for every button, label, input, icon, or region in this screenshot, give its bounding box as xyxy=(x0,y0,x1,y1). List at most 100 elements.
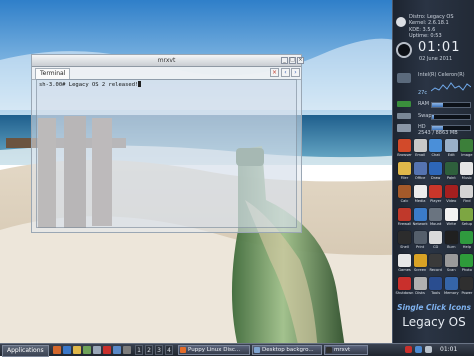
app-launcher-firewall[interactable]: Firewall xyxy=(396,208,413,230)
app-launcher-scan[interactable]: Scan xyxy=(443,254,460,276)
app-launcher-print[interactable]: Print xyxy=(412,231,429,253)
shell-icon xyxy=(398,231,411,244)
app-launcher-network[interactable]: Network xyxy=(412,208,429,230)
app-launcher-find[interactable]: Find xyxy=(458,185,474,207)
app-launcher-video[interactable]: Video xyxy=(443,185,460,207)
task-desktop-background[interactable]: Desktop backgro... xyxy=(252,345,322,355)
uptime-text: Uptime: 0:53 xyxy=(409,32,442,39)
app-launcher-browser[interactable]: Browser xyxy=(396,139,413,161)
swap-bar-fill xyxy=(432,115,434,119)
burn-icon xyxy=(444,231,458,244)
app-launcher-screen[interactable]: Screen xyxy=(412,254,429,276)
browser-icon xyxy=(180,347,186,353)
app-launcher-player[interactable]: Player xyxy=(427,185,444,207)
video-icon xyxy=(444,185,458,198)
editor-launcher-icon[interactable] xyxy=(83,346,91,354)
workspace-2[interactable]: 2 xyxy=(145,345,153,355)
app-launcher-office[interactable]: Office xyxy=(412,162,429,184)
app-launcher-record[interactable]: Record xyxy=(427,254,444,276)
memory-usage-text: 2543 / 8863 MB xyxy=(418,130,458,136)
terminal-launcher-icon[interactable] xyxy=(63,346,71,354)
app-launcher-help[interactable]: Help xyxy=(458,231,474,253)
draw-icon xyxy=(429,162,443,175)
window-titlebar[interactable]: mrxvt _ □ × xyxy=(32,55,304,67)
app-launcher-tools[interactable]: Tools xyxy=(427,277,444,299)
workspace-4[interactable]: 4 xyxy=(165,345,173,355)
volume-tray-icon[interactable] xyxy=(425,346,432,353)
terminal-output[interactable]: sh-3.00# Legacy OS 2 released! xyxy=(36,79,297,228)
network-tray-icon[interactable] xyxy=(415,346,422,353)
app-launcher-memory[interactable]: Memory xyxy=(443,277,460,299)
record-icon xyxy=(429,254,443,267)
kernel-text: Kernel: 2.6.18.1 xyxy=(409,20,449,27)
print-icon xyxy=(413,231,427,244)
paint-icon xyxy=(444,162,458,175)
window-title: mrxvt xyxy=(157,57,176,64)
network-launcher-icon[interactable] xyxy=(113,346,121,354)
filer-launcher-icon[interactable] xyxy=(73,346,81,354)
tab-terminal[interactable]: Terminal xyxy=(35,68,71,79)
app-launcher-email[interactable]: Email xyxy=(412,139,429,161)
player-icon xyxy=(429,185,443,198)
maximize-button[interactable]: □ xyxy=(289,57,296,64)
cpu-graph xyxy=(431,82,471,92)
cpu-temp: 27c xyxy=(418,90,428,96)
applications-menu-button[interactable]: Applications xyxy=(2,345,49,357)
cursor xyxy=(138,81,142,87)
ram-bar-fill xyxy=(432,103,444,107)
browser-icon xyxy=(398,139,411,152)
workspace-1[interactable]: 1 xyxy=(135,345,143,355)
app-launcher-write[interactable]: Write xyxy=(443,208,460,230)
app-launcher-paint[interactable]: Paint xyxy=(443,162,460,184)
power-icon xyxy=(460,277,474,290)
browser-launcher-icon[interactable] xyxy=(53,346,61,354)
app-launcher-draw[interactable]: Draw xyxy=(427,162,444,184)
app-launcher-edit[interactable]: Edit xyxy=(443,139,460,161)
desktop-launcher-icon[interactable] xyxy=(123,346,131,354)
app-launcher-calc[interactable]: Calc xyxy=(396,185,413,207)
task-label: Puppy Linux Disc... xyxy=(188,347,241,353)
app-launcher-media[interactable]: Media xyxy=(412,185,429,207)
cd-icon xyxy=(429,231,443,244)
media-launcher-icon[interactable] xyxy=(103,346,111,354)
app-launcher-shutdown[interactable]: Shutdown xyxy=(396,277,413,299)
app-launcher-shell[interactable]: Shell xyxy=(396,231,413,253)
app-launcher-chat[interactable]: Chat xyxy=(427,139,444,161)
taskbar-clock[interactable]: 01:01 xyxy=(440,345,457,355)
app-launcher-power[interactable]: Power xyxy=(458,277,474,299)
desktop-side-panel: Distro: Legacy OS Kernel: 2.6.18.1 KDE: … xyxy=(392,0,474,343)
app-launcher-cd[interactable]: CD xyxy=(427,231,444,253)
task-puppy-linux[interactable]: Puppy Linux Disc... xyxy=(178,345,250,355)
alert-tray-icon[interactable] xyxy=(405,346,412,353)
tools-icon xyxy=(429,277,443,290)
app-label: Music xyxy=(461,176,472,180)
terminal-window[interactable]: mrxvt _ □ × Terminal × ‹ › sh-3.00# Lega… xyxy=(31,54,304,233)
app-launcher-setup[interactable]: Setup xyxy=(458,208,474,230)
app-launcher-games[interactable]: Games xyxy=(396,254,413,276)
app-launcher-music[interactable]: Music xyxy=(458,162,474,184)
tab-right-icon[interactable]: › xyxy=(291,68,300,77)
app-launcher-mount[interactable]: Mount xyxy=(427,208,444,230)
close-tab-icon[interactable]: × xyxy=(270,68,279,77)
cpu-icon xyxy=(397,73,411,83)
disks-icon xyxy=(413,277,427,290)
app-label: Image xyxy=(461,153,473,157)
task-label: mrxvt xyxy=(334,347,351,353)
minimize-button[interactable]: _ xyxy=(281,57,288,64)
close-button[interactable]: × xyxy=(297,57,304,64)
task-mrxvt[interactable]: mrxvt xyxy=(324,345,368,355)
workspace-3[interactable]: 3 xyxy=(155,345,163,355)
find-icon xyxy=(460,185,474,198)
app-launcher-filer[interactable]: Filer xyxy=(396,162,413,184)
app-launcher-photo[interactable]: Photo xyxy=(458,254,474,276)
mount-icon xyxy=(429,208,443,221)
app-launcher-image[interactable]: Image xyxy=(458,139,474,161)
task-label: Desktop backgro... xyxy=(262,347,314,353)
tab-left-icon[interactable]: ‹ xyxy=(281,68,290,77)
setup-icon xyxy=(460,208,474,221)
app-launcher-disks[interactable]: Disks xyxy=(412,277,429,299)
cpu-label: Intel(R) Celeron(R) xyxy=(418,72,465,78)
app-launcher-burn[interactable]: Burn xyxy=(443,231,460,253)
settings-launcher-icon[interactable] xyxy=(93,346,101,354)
email-icon xyxy=(413,139,427,152)
